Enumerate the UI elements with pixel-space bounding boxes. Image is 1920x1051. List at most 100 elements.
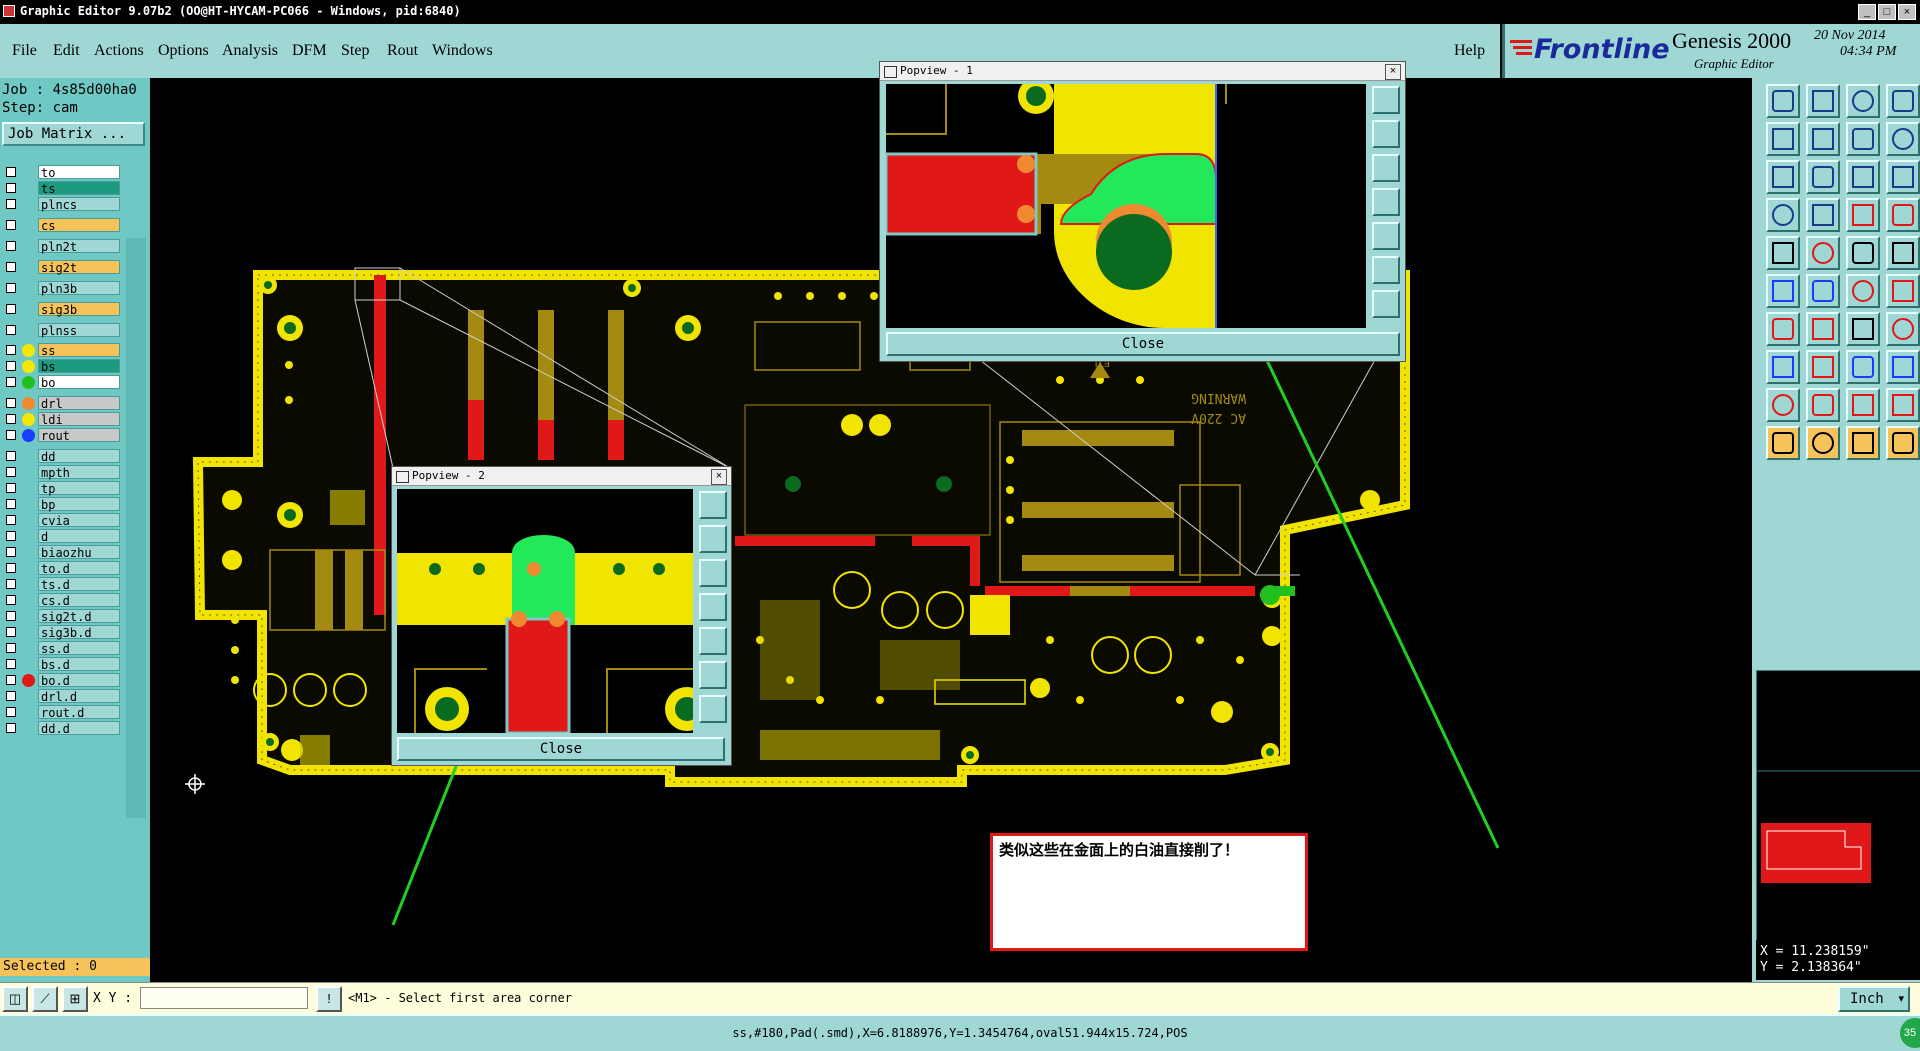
layer-name[interactable]: drl bbox=[38, 396, 120, 411]
tool-settings-button[interactable] bbox=[1766, 198, 1800, 232]
layer-row[interactable]: ss.d bbox=[2, 641, 120, 656]
layer-name[interactable]: plnss bbox=[38, 323, 120, 338]
tool-record-button[interactable] bbox=[1886, 236, 1920, 270]
minimize-button[interactable]: _ bbox=[1858, 4, 1876, 20]
tool-line-button[interactable] bbox=[1766, 312, 1800, 346]
layer-name[interactable]: pln2t bbox=[38, 239, 120, 254]
layer-row[interactable]: biaozhu bbox=[2, 545, 120, 560]
layer-name[interactable]: mpth bbox=[38, 465, 120, 480]
tool-scale-button[interactable] bbox=[1846, 160, 1880, 194]
layer-row[interactable]: plnss bbox=[2, 323, 120, 338]
tool-home-button[interactable] bbox=[1846, 84, 1880, 118]
layer-checkbox[interactable] bbox=[6, 515, 16, 525]
tool-flip-button[interactable] bbox=[1886, 312, 1920, 346]
layer-checkbox[interactable] bbox=[6, 563, 16, 573]
layer-checkbox[interactable] bbox=[6, 579, 16, 589]
layer-checkbox[interactable] bbox=[6, 167, 16, 177]
maximize-button[interactable]: □ bbox=[1878, 4, 1896, 20]
pan-down-button[interactable] bbox=[699, 559, 727, 587]
popview-2-close-x[interactable]: × bbox=[711, 469, 727, 485]
layer-checkbox[interactable] bbox=[6, 361, 16, 371]
tool-open-step-button[interactable] bbox=[1766, 84, 1800, 118]
layer-checkbox[interactable] bbox=[6, 595, 16, 605]
layer-checkbox[interactable] bbox=[6, 451, 16, 461]
zoom-in-button[interactable] bbox=[699, 661, 727, 689]
tool-cross-button[interactable] bbox=[1806, 274, 1840, 308]
menu-step[interactable]: Step bbox=[341, 42, 369, 60]
layer-checkbox[interactable] bbox=[6, 675, 16, 685]
job-matrix-button[interactable]: Job Matrix ... bbox=[2, 122, 145, 146]
layer-row[interactable]: pln2t bbox=[2, 239, 120, 254]
popview-2-view[interactable] bbox=[397, 489, 693, 733]
layer-row[interactable]: sig3b.d bbox=[2, 625, 120, 640]
layer-name[interactable]: tp bbox=[38, 481, 120, 496]
layer-color-dot-icon[interactable] bbox=[22, 674, 35, 687]
zoom-in-button[interactable] bbox=[1372, 256, 1400, 284]
layer-name[interactable]: drl.d bbox=[38, 689, 120, 704]
layer-checkbox[interactable] bbox=[6, 547, 16, 557]
tool-pointer-arc-button[interactable] bbox=[1846, 426, 1880, 460]
layer-name[interactable]: dd.d bbox=[38, 721, 120, 736]
layer-row[interactable]: bo bbox=[2, 375, 120, 390]
layer-row[interactable]: d bbox=[2, 529, 120, 544]
tool-pointer-bracket-button[interactable] bbox=[1886, 426, 1920, 460]
layer-color-dot-icon[interactable] bbox=[22, 360, 35, 373]
layer-checkbox[interactable] bbox=[6, 531, 16, 541]
layer-checkbox[interactable] bbox=[6, 659, 16, 669]
layer-checkbox[interactable] bbox=[6, 611, 16, 621]
menu-rout[interactable]: Rout bbox=[387, 42, 418, 60]
layer-checkbox[interactable] bbox=[6, 414, 16, 424]
layer-row[interactable]: drl bbox=[2, 396, 120, 411]
menu-file[interactable]: File bbox=[12, 42, 37, 60]
pan-up-button[interactable] bbox=[1372, 120, 1400, 148]
tool-list-button[interactable] bbox=[1886, 84, 1920, 118]
layer-checkbox[interactable] bbox=[6, 325, 16, 335]
tool-paste-button[interactable] bbox=[1806, 122, 1840, 156]
layer-name[interactable]: sig2t.d bbox=[38, 609, 120, 624]
layer-row[interactable]: mpth bbox=[2, 465, 120, 480]
layer-row[interactable]: pln3b bbox=[2, 281, 120, 296]
layer-scrollbar[interactable] bbox=[126, 238, 146, 818]
tool-fit-button[interactable] bbox=[1806, 160, 1840, 194]
layer-row[interactable]: sig2t.d bbox=[2, 609, 120, 624]
popview-2-close-button[interactable]: Close bbox=[397, 737, 725, 761]
tool-flow-button[interactable] bbox=[1886, 122, 1920, 156]
layer-name[interactable]: pln3b bbox=[38, 281, 120, 296]
close-window-button[interactable]: × bbox=[1898, 4, 1916, 20]
layer-name[interactable]: to bbox=[38, 165, 120, 180]
layer-row[interactable]: bs bbox=[2, 359, 120, 374]
tool-pad-button[interactable] bbox=[1766, 350, 1800, 384]
layer-name[interactable]: sig3b bbox=[38, 302, 120, 317]
zoom-fit-button[interactable] bbox=[699, 491, 727, 519]
layer-row[interactable]: plncs bbox=[2, 197, 120, 212]
layer-color-dot-icon[interactable] bbox=[22, 429, 35, 442]
layer-checkbox[interactable] bbox=[6, 499, 16, 509]
pan-down-button[interactable] bbox=[1372, 154, 1400, 182]
layer-checkbox[interactable] bbox=[6, 183, 16, 193]
layer-checkbox[interactable] bbox=[6, 467, 16, 477]
layer-row[interactable]: to bbox=[2, 165, 120, 180]
layer-row[interactable]: bo.d bbox=[2, 673, 120, 688]
tool-ruler-button[interactable] bbox=[1846, 236, 1880, 270]
layer-row[interactable]: sig2t bbox=[2, 260, 120, 275]
menu-dfm[interactable]: DFM bbox=[292, 42, 327, 60]
tool-grid-button[interactable] bbox=[1806, 198, 1840, 232]
menu-windows[interactable]: Windows bbox=[432, 42, 493, 60]
layer-name[interactable]: sig2t bbox=[38, 260, 120, 275]
menu-edit[interactable]: Edit bbox=[53, 42, 80, 60]
layer-checkbox[interactable] bbox=[6, 199, 16, 209]
tool-node-button[interactable] bbox=[1766, 274, 1800, 308]
tool-help-button[interactable] bbox=[1886, 160, 1920, 194]
tool-stack-button[interactable] bbox=[1886, 198, 1920, 232]
layer-row[interactable]: ldi bbox=[2, 412, 120, 427]
layer-color-dot-icon[interactable] bbox=[22, 376, 35, 389]
pan-up-button[interactable] bbox=[699, 525, 727, 553]
tool-triangle-button[interactable] bbox=[1766, 388, 1800, 422]
layer-row[interactable]: rout.d bbox=[2, 705, 120, 720]
layer-checkbox[interactable] bbox=[6, 430, 16, 440]
layer-name[interactable]: bs bbox=[38, 359, 120, 374]
layer-name[interactable]: ts.d bbox=[38, 577, 120, 592]
layer-name[interactable]: bo bbox=[38, 375, 120, 390]
layer-checkbox[interactable] bbox=[6, 241, 16, 251]
layer-name[interactable]: sig3b.d bbox=[38, 625, 120, 640]
